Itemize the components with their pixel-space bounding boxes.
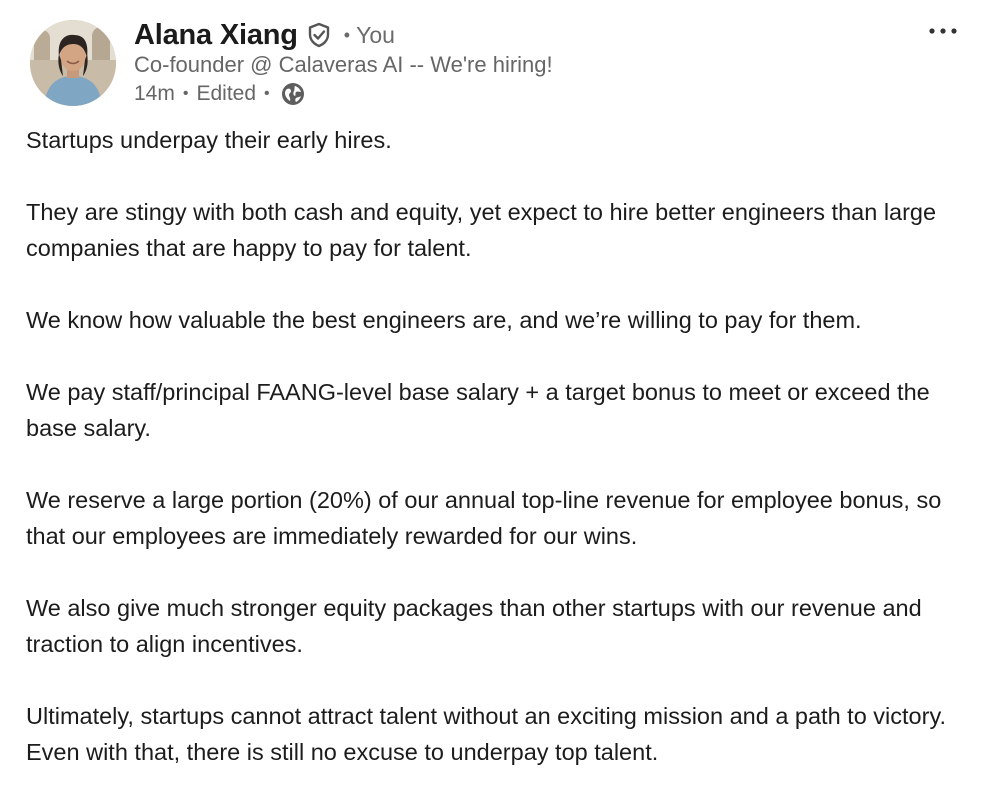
- more-options-icon: [929, 28, 957, 34]
- globe-icon: [280, 81, 306, 107]
- edited-label: Edited: [196, 82, 257, 105]
- author-headline: Co-founder @ Calaveras AI -- We're hirin…: [134, 52, 553, 77]
- verified-shield-icon: [306, 22, 332, 48]
- post-paragraph: We pay staff/principal FAANG-level base …: [26, 379, 930, 441]
- separator-dot: •: [182, 85, 189, 102]
- post-paragraph: We know how valuable the best engineers …: [26, 307, 862, 333]
- author-avatar[interactable]: [30, 20, 116, 106]
- relation-label: You: [356, 21, 395, 48]
- author-name[interactable]: Alana Xiang: [134, 19, 298, 52]
- post-body: Startups underpay their early hires. The…: [26, 122, 966, 806]
- post-paragraph: We reserve a large portion (20%) of our …: [26, 487, 942, 549]
- separator-dot: •: [264, 85, 270, 102]
- post-paragraph: They are stingy with both cash and equit…: [26, 199, 937, 261]
- post-paragraph: We also give much stronger equity packag…: [26, 595, 922, 657]
- post-meta: 14m • Edited •: [134, 80, 306, 108]
- post-timestamp[interactable]: 14m: [134, 82, 175, 106]
- post-paragraph: Ultimately, startups cannot attract tale…: [26, 703, 946, 765]
- post-header: Alana Xiang • You Co-founder @ Calaveras…: [0, 0, 990, 120]
- feed-post: Alana Xiang • You Co-founder @ Calaveras…: [0, 0, 990, 780]
- post-paragraph: Startups underpay their early hires.: [26, 127, 392, 153]
- separator-dot: •: [343, 24, 351, 45]
- more-options-button[interactable]: [926, 14, 960, 48]
- profile-photo-icon: [30, 20, 116, 106]
- author-name-row: Alana Xiang • You: [134, 16, 395, 54]
